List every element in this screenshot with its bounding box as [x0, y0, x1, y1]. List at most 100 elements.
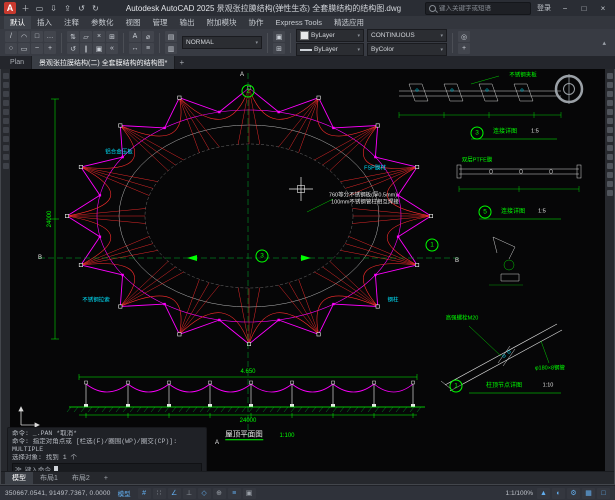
- modify-tool-icon[interactable]: ↺: [67, 43, 79, 54]
- toolbar-button-icon[interactable]: [3, 127, 9, 133]
- modify-tool-icon[interactable]: ×: [93, 31, 105, 42]
- toolbar-button-icon[interactable]: [607, 109, 613, 115]
- utility-tool-icon[interactable]: ◎: [458, 31, 470, 42]
- toolbar-button-icon[interactable]: [607, 82, 613, 88]
- toolbar-button-icon[interactable]: [3, 91, 9, 97]
- utility-tool-icon[interactable]: +: [458, 43, 470, 54]
- status-tool-icon[interactable]: ▦: [582, 488, 595, 499]
- add-layout-button[interactable]: +: [97, 472, 115, 484]
- drawing-canvas[interactable]: [1, 69, 615, 475]
- ribbon-tab-默认[interactable]: 默认: [4, 16, 31, 29]
- toolbar-button-icon[interactable]: [3, 73, 9, 79]
- toolbar-button-icon[interactable]: [607, 163, 613, 169]
- ribbon-tab-输出[interactable]: 输出: [174, 16, 201, 29]
- status-toggle-icon[interactable]: ⊕: [213, 488, 226, 499]
- toolbar-button-icon[interactable]: [607, 91, 613, 97]
- quick-access-icon[interactable]: ↻: [89, 2, 102, 15]
- quick-access-icon[interactable]: ↺: [75, 2, 88, 15]
- toolbar-button-icon[interactable]: [607, 190, 613, 196]
- toolbar-button-icon[interactable]: [3, 145, 9, 151]
- annotation-tool-icon[interactable]: ≡: [142, 43, 154, 54]
- draw-tool-icon[interactable]: ~: [31, 43, 43, 54]
- layer-tool-icon[interactable]: ▥: [165, 43, 177, 54]
- toolbar-button-icon[interactable]: [3, 163, 9, 169]
- model-space-button[interactable]: 模型: [115, 488, 134, 498]
- ribbon-tab-管理[interactable]: 管理: [147, 16, 174, 29]
- draw-tool-icon[interactable]: ◠: [18, 31, 30, 42]
- toolbar-button-icon[interactable]: [3, 118, 9, 124]
- modify-tool-icon[interactable]: «: [106, 43, 118, 54]
- status-toggle-icon[interactable]: ⊥: [183, 488, 196, 499]
- layer-tool-icon[interactable]: ▤: [165, 31, 177, 42]
- draw-tool-icon[interactable]: /: [5, 31, 17, 42]
- ribbon-tab-插入[interactable]: 插入: [31, 16, 58, 29]
- toolbar-button-icon[interactable]: [3, 109, 9, 115]
- draw-tool-icon[interactable]: ○: [5, 43, 17, 54]
- modify-tool-icon[interactable]: ⇅: [67, 31, 79, 42]
- status-toggle-icon[interactable]: ∠: [168, 488, 181, 499]
- layer-dropdown[interactable]: NORMAL ▾: [182, 36, 262, 49]
- toolbar-button-icon[interactable]: [607, 154, 613, 160]
- toolbar-button-icon[interactable]: [3, 100, 9, 106]
- quick-access-icon[interactable]: ⇩: [47, 2, 60, 15]
- new-drawing-tab-button[interactable]: +: [175, 56, 188, 69]
- modify-tool-icon[interactable]: ▱: [80, 31, 92, 42]
- plotstyle-dropdown[interactable]: ByColor ▾: [367, 43, 447, 56]
- color-dropdown[interactable]: ByLayer ▾: [296, 29, 364, 42]
- ribbon-tab-注释[interactable]: 注释: [58, 16, 85, 29]
- maximize-button[interactable]: □: [576, 1, 592, 15]
- toolbar-button-icon[interactable]: [607, 118, 613, 124]
- block-tool-icon[interactable]: ▣: [273, 31, 285, 42]
- status-tool-icon[interactable]: □: [597, 488, 610, 499]
- modify-tool-icon[interactable]: ∥: [80, 43, 92, 54]
- ribbon-collapse-button[interactable]: ▴: [598, 39, 610, 47]
- ribbon-tab-协作[interactable]: 协作: [243, 16, 270, 29]
- block-tool-icon[interactable]: ⊞: [273, 43, 285, 54]
- status-toggle-icon[interactable]: ▣: [243, 488, 256, 499]
- status-toggle-icon[interactable]: #: [138, 488, 151, 499]
- toolbar-button-icon[interactable]: [3, 136, 9, 142]
- toolbar-button-icon[interactable]: [607, 127, 613, 133]
- search-input[interactable]: [439, 5, 527, 12]
- close-button[interactable]: ×: [595, 1, 611, 15]
- quick-access-icon[interactable]: ＋: [19, 2, 32, 15]
- signin-button[interactable]: 登录: [534, 3, 554, 13]
- draw-tool-icon[interactable]: □: [31, 31, 43, 42]
- toolbar-button-icon[interactable]: [607, 145, 613, 151]
- status-toggle-icon[interactable]: ∷: [153, 488, 166, 499]
- draw-tool-icon[interactable]: +: [44, 43, 56, 54]
- ribbon-tab-附加模块[interactable]: 附加模块: [201, 16, 243, 29]
- minimize-button[interactable]: −: [557, 1, 573, 15]
- status-toggle-icon[interactable]: ◇: [198, 488, 211, 499]
- ribbon-tab-精选应用[interactable]: 精选应用: [328, 16, 370, 29]
- search-box[interactable]: [425, 2, 531, 15]
- model-tab[interactable]: 模型: [5, 472, 33, 484]
- annotation-tool-icon[interactable]: A: [129, 31, 141, 42]
- layout2-tab[interactable]: 布局2: [65, 472, 97, 484]
- toolbar-button-icon[interactable]: [607, 136, 613, 142]
- quick-access-icon[interactable]: ▭: [33, 2, 46, 15]
- linetype-dropdown[interactable]: CONTINUOUS ▾: [367, 29, 447, 42]
- ribbon-tab-参数化[interactable]: 参数化: [85, 16, 120, 29]
- status-tool-icon[interactable]: ◐: [552, 488, 565, 499]
- toolbar-button-icon[interactable]: [607, 73, 613, 79]
- file-tab-current-drawing[interactable]: 景观张拉膜结构(二) 全套膜结构的结构图*: [32, 56, 175, 69]
- file-tab-plan[interactable]: Plan: [3, 56, 32, 69]
- draw-tool-icon[interactable]: ▭: [18, 43, 30, 54]
- modify-tool-icon[interactable]: ▣: [93, 43, 105, 54]
- toolbar-button-icon[interactable]: [607, 100, 613, 106]
- toolbar-button-icon[interactable]: [3, 154, 9, 160]
- toolbar-button-icon[interactable]: [607, 172, 613, 178]
- status-tool-icon[interactable]: ▲: [537, 488, 550, 499]
- autocad-logo-icon[interactable]: A: [4, 2, 16, 14]
- annotation-scale[interactable]: 1:1/100%: [506, 490, 533, 497]
- layout1-tab[interactable]: 布局1: [33, 472, 65, 484]
- draw-tool-icon[interactable]: …: [44, 31, 56, 42]
- modify-tool-icon[interactable]: ⊞: [106, 31, 118, 42]
- quick-access-icon[interactable]: ⇪: [61, 2, 74, 15]
- status-toggle-icon[interactable]: ≡: [228, 488, 241, 499]
- toolbar-button-icon[interactable]: [3, 82, 9, 88]
- lineweight-dropdown[interactable]: ByLayer ▾: [296, 43, 364, 56]
- annotation-tool-icon[interactable]: ↔: [129, 43, 141, 54]
- ribbon-tab-视图[interactable]: 视图: [120, 16, 147, 29]
